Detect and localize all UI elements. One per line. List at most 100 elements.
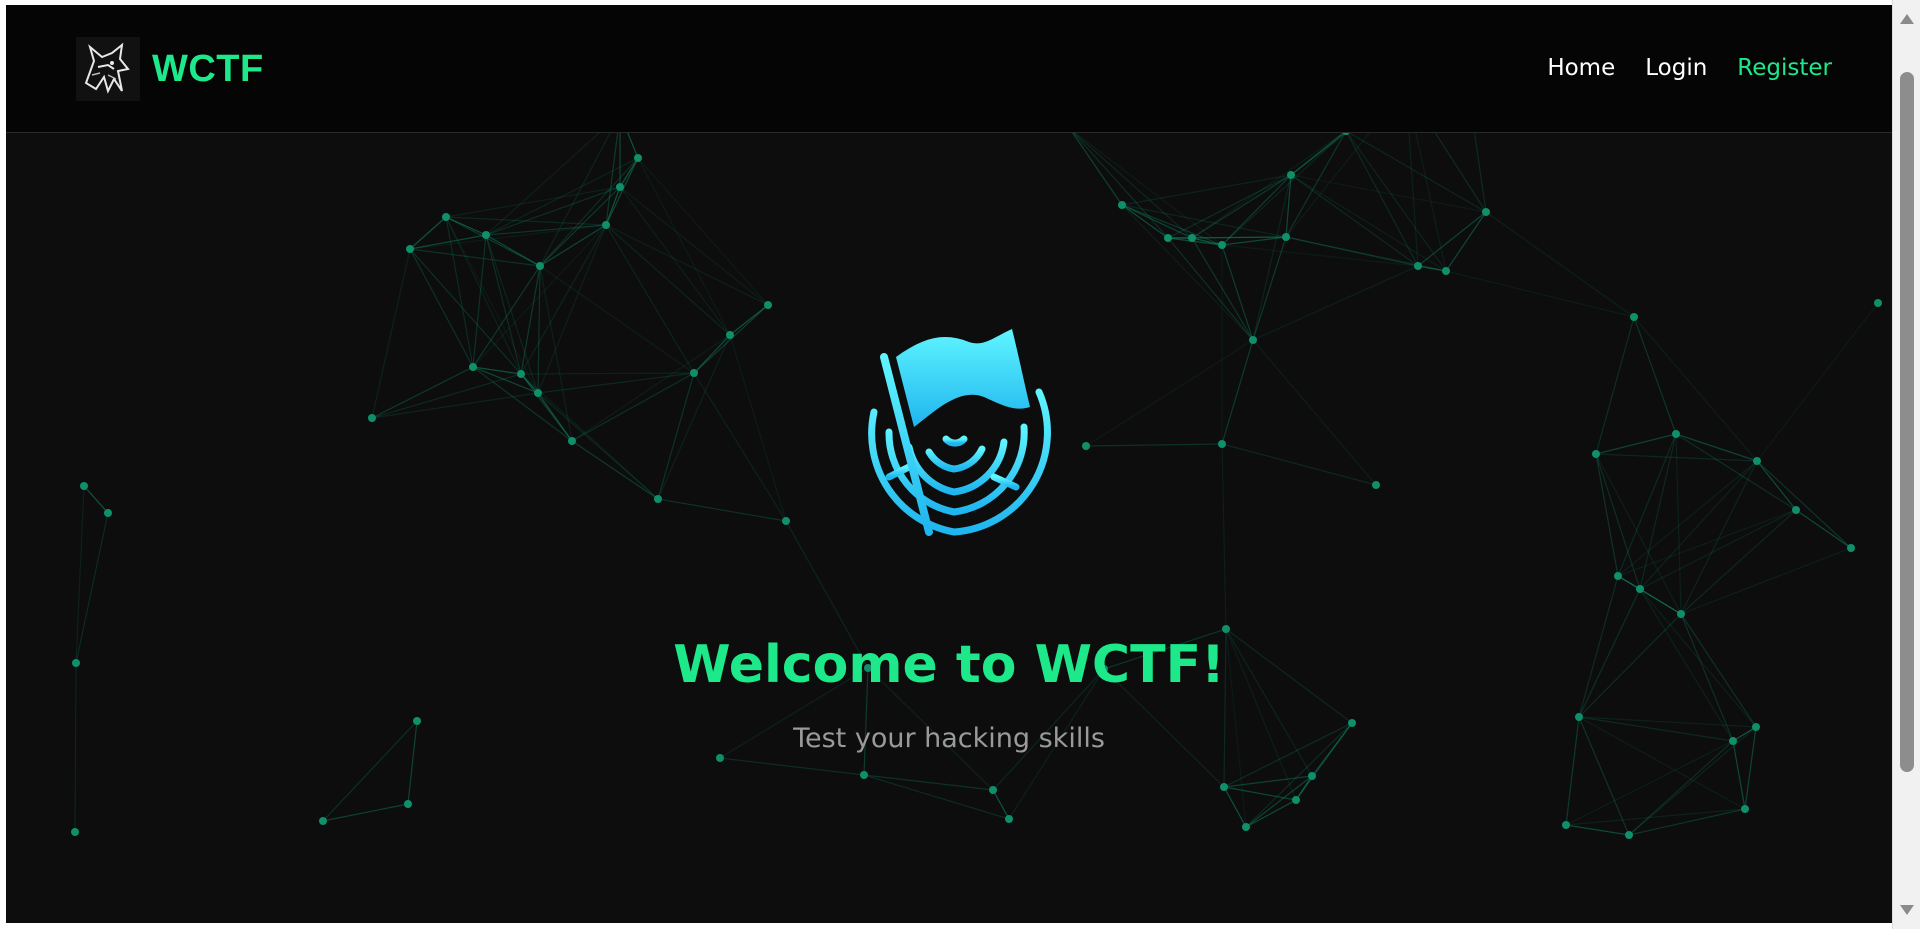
network-edge: [1417, 211, 1487, 267]
network-node: [1218, 440, 1226, 448]
network-edge: [1121, 204, 1287, 238]
network-edge: [472, 234, 487, 368]
scrollbar-thumb[interactable]: [1900, 72, 1914, 772]
nav-register-link[interactable]: Register: [1737, 55, 1832, 81]
network-edge: [1628, 808, 1746, 836]
network-node: [534, 389, 542, 397]
network-edge: [1191, 130, 1347, 239]
scroll-down-arrow-icon[interactable]: [1900, 905, 1914, 915]
network-edge: [1595, 453, 1619, 577]
network-node: [1677, 610, 1685, 618]
network-node: [1741, 805, 1749, 813]
network-edge: [1756, 302, 1879, 462]
network-edge: [409, 224, 607, 250]
network-node: [1005, 815, 1013, 823]
network-node: [1753, 457, 1761, 465]
network-edge: [1252, 236, 1287, 341]
navbar: WCTF Home Login Register: [6, 5, 1892, 133]
network-node: [1118, 201, 1126, 209]
network-node: [1292, 796, 1300, 804]
network-edge: [1121, 204, 1254, 341]
network-edge: [445, 216, 541, 267]
network-node: [1220, 783, 1228, 791]
network-edge: [1221, 443, 1227, 630]
network-node: [404, 800, 412, 808]
network-node: [860, 771, 868, 779]
brand[interactable]: WCTF: [76, 37, 264, 101]
network-edge: [1795, 509, 1852, 549]
network-edge: [1445, 270, 1635, 318]
network-node: [104, 509, 112, 517]
network-edge: [719, 757, 865, 776]
network-node: [654, 495, 662, 503]
network-edge: [1445, 211, 1487, 272]
network-edge: [409, 248, 541, 267]
network-edge: [693, 334, 731, 374]
network-edge: [1069, 128, 1169, 239]
network-edge: [1639, 509, 1797, 590]
network-edge: [1680, 547, 1852, 615]
window-bottom-edge: [0, 923, 1892, 929]
network-edge: [445, 216, 487, 236]
network-edge: [485, 186, 621, 236]
network-node: [1188, 234, 1196, 242]
network-edge: [1680, 460, 1758, 615]
network-node: [1242, 823, 1250, 831]
network-node: [536, 262, 544, 270]
nav-home-link[interactable]: Home: [1547, 55, 1615, 81]
network-node: [1874, 299, 1882, 307]
network-edge: [1069, 128, 1123, 206]
network-node: [319, 817, 327, 825]
network-edge: [409, 248, 474, 368]
network-node: [482, 231, 490, 239]
network-edge: [1633, 316, 1677, 435]
network-node: [568, 437, 576, 445]
network-node: [1414, 262, 1422, 270]
network-node: [602, 221, 610, 229]
network-edge: [83, 485, 109, 514]
vertical-scrollbar[interactable]: [1892, 0, 1920, 929]
network-node: [1164, 234, 1172, 242]
network-edge: [409, 248, 522, 375]
flag-maze-icon: [868, 329, 1051, 536]
network-node: [1592, 450, 1600, 458]
network-edge: [863, 774, 994, 791]
network-node: [1625, 831, 1633, 839]
network-node: [764, 301, 772, 309]
network-node: [1287, 171, 1295, 179]
scroll-up-arrow-icon[interactable]: [1900, 14, 1914, 24]
network-edge: [1595, 433, 1677, 455]
network-edge: [1221, 443, 1377, 486]
nav-login-link[interactable]: Login: [1645, 55, 1707, 81]
network-edge: [657, 372, 695, 500]
network-edge: [693, 372, 787, 522]
network-node: [469, 363, 477, 371]
network-node: [1630, 313, 1638, 321]
network-edge: [1245, 775, 1313, 828]
network-node: [726, 331, 734, 339]
network-node: [1249, 336, 1257, 344]
brand-name: WCTF: [152, 47, 264, 90]
network-node: [616, 183, 624, 191]
network-edge: [539, 157, 639, 267]
hero-subtitle: Test your hacking skills: [793, 723, 1105, 754]
network-node: [1636, 585, 1644, 593]
network-edge: [571, 440, 659, 500]
network-edge: [1617, 509, 1797, 577]
network-node: [1082, 442, 1090, 450]
network-node: [989, 786, 997, 794]
network-edge: [863, 774, 1010, 820]
network-edge: [1595, 316, 1635, 455]
network-edge: [409, 216, 447, 250]
network-edge: [520, 373, 573, 442]
network-edge: [539, 113, 621, 267]
network-edge: [1223, 775, 1313, 788]
network-node: [782, 517, 790, 525]
network-edge: [1221, 244, 1254, 341]
network-edge: [1085, 443, 1223, 447]
network-edge: [1221, 244, 1419, 267]
network-edge: [1617, 460, 1758, 577]
network-node: [1282, 233, 1290, 241]
network-node: [1372, 481, 1380, 489]
network-edge: [1756, 460, 1797, 511]
